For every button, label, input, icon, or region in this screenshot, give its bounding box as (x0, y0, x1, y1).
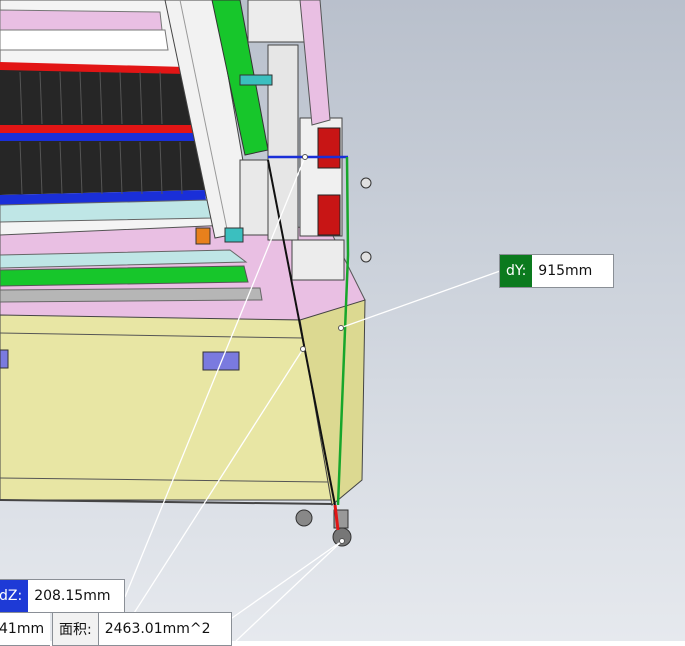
anchor-foot[interactable] (339, 538, 345, 544)
dz-label: dZ: (0, 580, 29, 612)
dy-label: dY: (500, 255, 533, 287)
dz-value: 208.15mm (28, 580, 117, 612)
cabinet-front-panel (0, 314, 333, 501)
dy-value: 915mm (532, 255, 599, 287)
area-label: 面积: (53, 613, 99, 645)
anchor-mid[interactable] (300, 346, 306, 352)
partial-value: 41mm (0, 613, 51, 645)
area-value: 2463.01mm^2 (98, 613, 217, 645)
dy-callout[interactable]: dY: 915mm (499, 254, 614, 288)
dz-callout[interactable]: dZ: 208.15mm (0, 579, 125, 613)
anchor-top[interactable] (302, 154, 308, 160)
cad-viewport[interactable]: dY: 915mm dZ: 208.15mm 41mm 面积: 2463.01m… (0, 0, 685, 646)
access-plate-left (0, 349, 9, 369)
anchor-dy[interactable] (338, 325, 344, 331)
machine-model (0, 0, 501, 641)
caster-wheel-left (295, 509, 313, 527)
